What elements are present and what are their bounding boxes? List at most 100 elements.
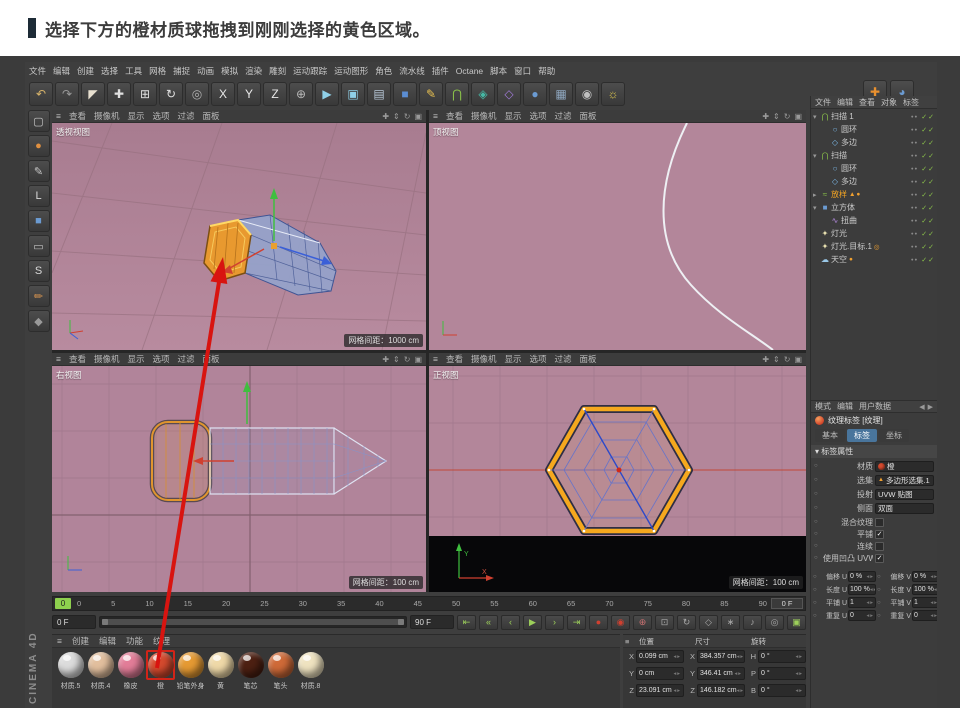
menu-item[interactable]: 创建	[77, 65, 94, 77]
enable-checks-icon[interactable]: ✓✓	[921, 230, 935, 238]
object-row[interactable]: ◇ 多边 ●● ✓✓	[811, 175, 937, 188]
viewport-menu-item[interactable]: 显示	[505, 110, 522, 122]
numeric-field[interactable]: 0 %◂▸	[848, 571, 876, 582]
camera-icon[interactable]: ◉	[575, 82, 599, 106]
object-row[interactable]: ○ 圆环 ●● ✓✓	[811, 162, 937, 175]
material-item[interactable]: 材质.8	[296, 652, 325, 691]
attribute-value-field[interactable]: UVW 贴图	[875, 489, 934, 500]
range-slider-handle-left[interactable]	[102, 619, 108, 625]
zoom-view-icon[interactable]: ⇕	[393, 112, 400, 121]
rotate-view-icon[interactable]: ↻	[784, 355, 791, 364]
menu-item[interactable]: 网格	[149, 65, 166, 77]
object-tag-icons[interactable]: ◎	[874, 243, 881, 251]
spinner-icon[interactable]: ◂▸	[673, 654, 681, 660]
magnet-tool-icon[interactable]: ◆	[28, 310, 50, 332]
spinner-icon[interactable]: ◂▸	[870, 587, 876, 593]
position-field[interactable]: 23.091 cm◂▸	[636, 684, 684, 697]
anim-dot-icon[interactable]: ○	[877, 574, 884, 580]
rotation-field[interactable]: 0 °◂▸	[758, 684, 806, 697]
viewport-menu-item[interactable]: 查看	[69, 353, 86, 365]
object-row[interactable]: ▾ ■ 立方体 ●● ✓✓	[811, 201, 937, 214]
spinner-icon[interactable]: ◂▸	[866, 574, 874, 580]
visibility-dots-icon[interactable]: ●●	[911, 114, 918, 119]
spline-pen-tool-icon[interactable]: ✎	[28, 160, 50, 182]
material-sphere[interactable]	[238, 652, 264, 678]
attribute-tab[interactable]: 标签	[847, 429, 877, 442]
expander-icon[interactable]: ▸	[813, 191, 820, 199]
prev-key-button[interactable]: «	[479, 615, 498, 630]
record-scale-button[interactable]: ⊡	[655, 615, 674, 630]
anim-dot-icon[interactable]: ○	[877, 613, 884, 619]
panel-burger-icon[interactable]: ≡	[56, 111, 61, 121]
attribute-section-header[interactable]: ▾ 标签属性	[811, 445, 937, 458]
nav-back-icon[interactable]: ◀	[919, 403, 924, 411]
enable-checks-icon[interactable]: ✓✓	[921, 113, 935, 121]
object-row[interactable]: ○ 圆环 ●● ✓✓	[811, 123, 937, 136]
anim-dot-icon[interactable]: ○	[813, 574, 820, 580]
toggle-view-icon[interactable]: ▣	[794, 355, 802, 364]
checkbox[interactable]: ✓	[875, 530, 884, 539]
material-item[interactable]: 橡皮	[116, 652, 145, 691]
visibility-dots-icon[interactable]: ●●	[911, 205, 918, 210]
enable-checks-icon[interactable]: ✓✓	[921, 152, 935, 160]
attribute-menu-item[interactable]: 模式	[815, 401, 831, 412]
expander-icon[interactable]: ▾	[813, 113, 820, 121]
enable-checks-icon[interactable]: ✓✓	[921, 243, 935, 251]
zoom-view-icon[interactable]: ⇕	[773, 355, 780, 364]
viewport-menu-item[interactable]: 摄像机	[471, 353, 497, 365]
undo-icon[interactable]: ↶	[29, 82, 53, 106]
texture-paint-icon[interactable]: ●	[28, 135, 50, 157]
nav-forward-icon[interactable]: ▶	[928, 403, 933, 411]
render-settings-icon[interactable]: ▤	[367, 82, 391, 106]
expander-icon[interactable]: ▾	[813, 152, 820, 160]
attribute-menu-item[interactable]: 用户数据	[859, 401, 891, 412]
rotation-field[interactable]: 0 °◂▸	[758, 650, 806, 663]
pan-view-icon[interactable]: ✚	[762, 355, 769, 364]
enable-checks-icon[interactable]: ✓✓	[921, 126, 935, 134]
point-level-animation-button[interactable]: ∗	[721, 615, 740, 630]
anim-dot-icon[interactable]: ○	[814, 555, 821, 561]
visibility-dots-icon[interactable]: ●●	[911, 166, 918, 171]
menu-item[interactable]: 文件	[29, 65, 46, 77]
visibility-dots-icon[interactable]: ●●	[911, 257, 918, 262]
range-end-field[interactable]: 90 F	[410, 615, 454, 629]
expander-icon[interactable]: ▾	[813, 204, 820, 212]
viewport-menu-item[interactable]: 选项	[530, 353, 547, 365]
position-field[interactable]: 0 cm◂▸	[636, 667, 684, 680]
rotate-view-icon[interactable]: ↻	[784, 112, 791, 121]
spinner-icon[interactable]: ◂▸	[673, 688, 681, 694]
material-item[interactable]: 笔芯	[236, 652, 265, 691]
material-sphere[interactable]	[208, 652, 234, 678]
prev-frame-button[interactable]: ‹	[501, 615, 520, 630]
attribute-value-field[interactable]: 橙	[875, 461, 934, 472]
object-manager-menu-item[interactable]: 标签	[903, 97, 919, 108]
timeline-playhead[interactable]: 0	[55, 598, 71, 609]
record-position-button[interactable]: ⊕	[633, 615, 652, 630]
current-frame-field[interactable]: 0 F	[771, 598, 803, 609]
panel-burger-icon[interactable]: ≡	[433, 111, 438, 121]
checkbox[interactable]: ✓	[875, 554, 884, 563]
menu-item[interactable]: 雕刻	[269, 65, 286, 77]
visibility-dots-icon[interactable]: ●●	[911, 127, 918, 132]
viewport-top[interactable]: ≡ 查看摄像机显示选项过滤面板 ✚⇕↻▣ 顶视图	[429, 110, 806, 350]
menu-item[interactable]: 流水线	[399, 65, 425, 77]
panel-burger-icon[interactable]: ≡	[57, 636, 62, 646]
toggle-view-icon[interactable]: ▣	[414, 112, 422, 121]
viewport-menu-item[interactable]: 选项	[530, 110, 547, 122]
render-picture-viewer-icon[interactable]: ▣	[341, 82, 365, 106]
redo-icon[interactable]: ↷	[55, 82, 79, 106]
numeric-field[interactable]: 1◂▸	[848, 597, 876, 608]
material-sphere[interactable]	[148, 652, 174, 678]
spinner-icon[interactable]: ◂▸	[673, 671, 681, 677]
y-axis-lock-icon[interactable]: Y	[237, 82, 261, 106]
numeric-field[interactable]: 100 %◂▸	[912, 584, 937, 595]
visibility-dots-icon[interactable]: ●●	[911, 218, 918, 223]
viewport-menu-item[interactable]: 面板	[203, 353, 220, 365]
menu-item[interactable]: 插件	[432, 65, 449, 77]
rotate-view-icon[interactable]: ↻	[404, 112, 411, 121]
object-row[interactable]: ◇ 多边 ●● ✓✓	[811, 136, 937, 149]
l-axis-icon[interactable]: L	[28, 185, 50, 207]
goto-end-button[interactable]: ⇥	[567, 615, 586, 630]
viewport-menu-item[interactable]: 过滤	[178, 353, 195, 365]
record-parameter-button[interactable]: ◇	[699, 615, 718, 630]
